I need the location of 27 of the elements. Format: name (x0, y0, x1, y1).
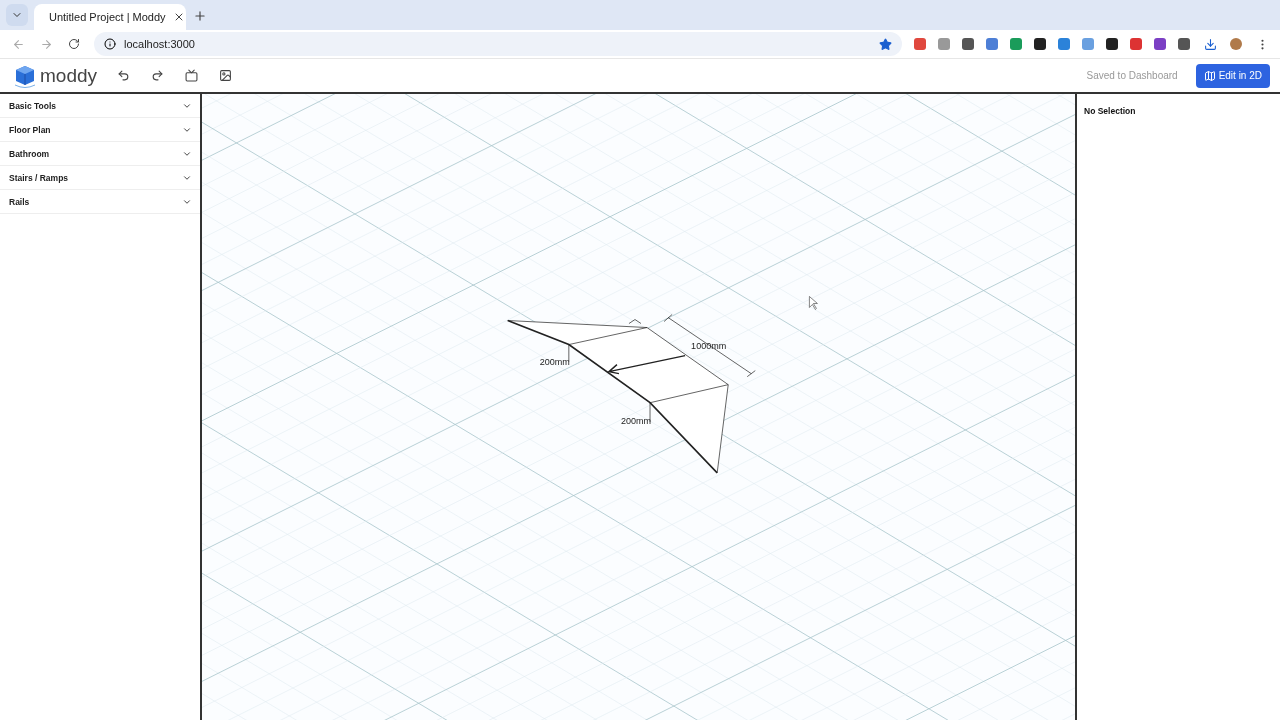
profile-avatar-icon[interactable] (1230, 38, 1242, 50)
extension-icon[interactable] (1034, 38, 1046, 50)
edit-in-2d-button[interactable]: Edit in 2D (1195, 63, 1270, 88)
tv-icon[interactable] (183, 67, 200, 84)
reload-icon[interactable] (66, 36, 82, 52)
dimension-label: 200mm (620, 415, 651, 426)
bookmark-star-icon[interactable] (879, 37, 892, 51)
cursor-icon (809, 296, 818, 310)
map-icon (1203, 69, 1216, 82)
save-status: Saved to Dashboard (1086, 70, 1178, 81)
new-tab-icon[interactable] (192, 8, 208, 24)
extension-icon[interactable] (962, 38, 974, 50)
image-icon[interactable] (217, 67, 234, 84)
tab-title: Untitled Project | Moddy (49, 11, 166, 23)
extension-icon[interactable] (1178, 38, 1190, 50)
browser-tab[interactable]: Untitled Project | Moddy (34, 4, 186, 30)
download-icon[interactable] (1202, 36, 1218, 52)
extension-icon[interactable] (1106, 38, 1118, 50)
url-text: localhost:3000 (124, 38, 196, 50)
properties-title: No Selection (1084, 106, 1136, 116)
3d-viewport[interactable]: 1000mm 200mm 200mm (202, 94, 1075, 720)
cube-logo-icon (14, 63, 36, 88)
dimension-label: 200mm (539, 356, 570, 367)
address-bar[interactable]: localhost:3000 (94, 32, 902, 56)
dimension-label: 1000mm (691, 340, 727, 351)
logo-text: moddy (40, 64, 98, 87)
info-icon (104, 38, 116, 50)
